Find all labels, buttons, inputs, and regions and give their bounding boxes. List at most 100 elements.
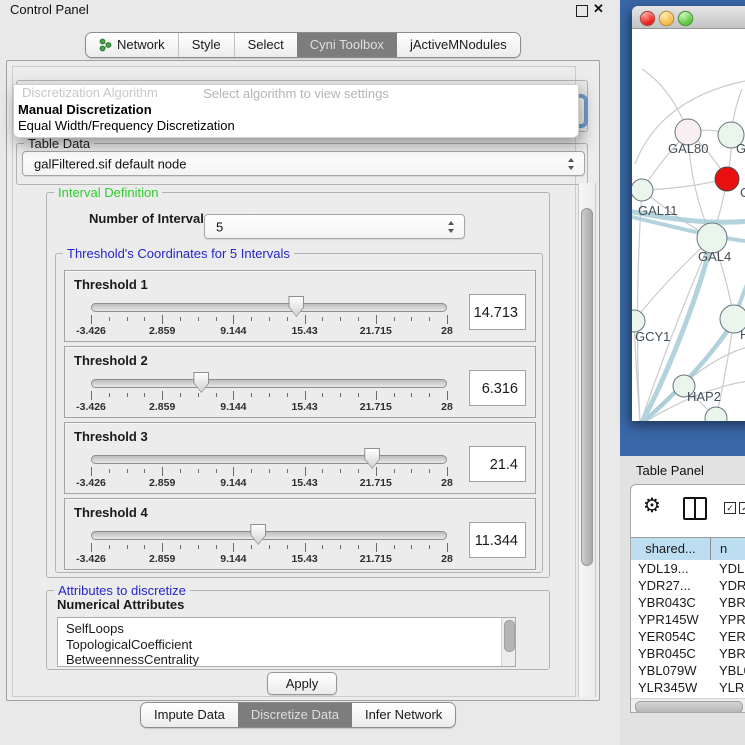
tab-jactivemnodules[interactable]: jActiveMNodules	[397, 33, 520, 57]
dropdown-option[interactable]: Manual Discretization	[18, 102, 574, 118]
gear-icon[interactable]: ⚙	[643, 494, 661, 518]
cell: YLR3	[710, 679, 745, 696]
attributes-group: Attributes to discretize Numerical Attri…	[46, 590, 550, 670]
slider-handle[interactable]	[288, 296, 304, 317]
table-panel-title: Table Panel	[636, 463, 704, 478]
network-node[interactable]	[632, 179, 653, 201]
column-header-shared[interactable]: shared...	[631, 538, 711, 561]
scrollbar-thumb[interactable]	[504, 620, 515, 652]
table-row[interactable]: YBR043CYBR0	[631, 594, 745, 611]
cell: YDR2	[710, 577, 745, 594]
list-scrollbar[interactable]	[501, 618, 515, 666]
table-row[interactable]: YDL19...YDL1	[631, 560, 745, 577]
tab-discretize-data[interactable]: Discretize Data	[238, 703, 352, 727]
traffic-light-zoom-icon[interactable]	[678, 11, 693, 26]
scrollbar-thumb[interactable]	[581, 208, 593, 566]
network-node-selected[interactable]	[715, 167, 739, 191]
checkbox-icon[interactable]: ✓	[724, 502, 736, 514]
close-icon[interactable]: ✕	[593, 1, 604, 17]
float-window-icon[interactable]	[576, 5, 588, 17]
tab-impute-data[interactable]: Impute Data	[141, 703, 238, 727]
table-row[interactable]: YDR27...YDR2	[631, 577, 745, 594]
cell: YPR1	[710, 611, 745, 628]
threshold-slider[interactable]: -3.4262.8599.14415.4321.71528	[91, 499, 447, 569]
discretization-algorithm-title: Discretization Algorithm	[22, 85, 158, 100]
tab-label: Network	[117, 33, 165, 57]
network-node[interactable]	[705, 407, 727, 421]
apply-button[interactable]: Apply	[267, 672, 337, 695]
node-label: GA	[736, 141, 745, 156]
tab-network[interactable]: Network	[86, 33, 178, 57]
threshold-value-field[interactable]: 14.713	[469, 294, 526, 330]
threshold-block: Threshold 4 -3.4262.8599.14415.4321.7152…	[64, 498, 536, 570]
slider-track[interactable]	[91, 379, 447, 388]
threshold-value-field[interactable]: 11.344	[469, 522, 526, 558]
network-graph: GAL80 GA GAL11 C GAL4 GCY1 H HAP2	[632, 29, 745, 421]
tab-label: Impute Data	[154, 703, 225, 727]
traffic-light-minimize-icon[interactable]	[659, 11, 674, 26]
cell: YDL19...	[631, 560, 710, 577]
number-of-intervals-label: Number of Intervals	[89, 211, 211, 226]
tab-select[interactable]: Select	[234, 33, 297, 57]
slider-tick-labels: -3.4262.8599.14415.4321.71528	[91, 325, 447, 338]
bottom-tabbar: Impute Data Discretize Data Infer Networ…	[140, 702, 456, 728]
list-item[interactable]: SelfLoops	[58, 618, 515, 637]
slider-handle[interactable]	[193, 372, 209, 393]
cell: YPR145W	[631, 611, 710, 628]
slider-track[interactable]	[91, 455, 447, 464]
attributes-list[interactable]: SelfLoops TopologicalCoefficient Between…	[57, 617, 516, 667]
split-panel-icon[interactable]	[683, 497, 707, 520]
tab-style[interactable]: Style	[178, 33, 234, 57]
cell: YBR045C	[631, 645, 710, 662]
tab-label: Style	[192, 33, 221, 57]
tab-cyni-toolbox[interactable]: Cyni Toolbox	[297, 33, 397, 57]
table-row[interactable]: YBL079WYBL0	[631, 662, 745, 679]
table-data-combo[interactable]: galFiltered.sif default node	[22, 151, 585, 176]
horizontal-scrollbar[interactable]	[631, 698, 745, 713]
network-window[interactable]: GAL80 GA GAL11 C GAL4 GCY1 H HAP2	[632, 6, 745, 421]
cell: YDL1	[710, 560, 745, 577]
threshold-value-field[interactable]: 21.4	[469, 446, 526, 482]
cell: YLR345W	[631, 679, 710, 696]
table-row[interactable]: YER054CYER0	[631, 628, 745, 645]
tab-label: Infer Network	[365, 703, 442, 727]
dropdown-option[interactable]: Equal Width/Frequency Discretization	[18, 118, 574, 134]
slider-handle[interactable]	[250, 524, 266, 545]
threshold-slider[interactable]: -3.4262.8599.14415.4321.71528	[91, 423, 447, 493]
slider-handle[interactable]	[364, 448, 380, 469]
number-of-intervals-combo[interactable]: 5	[204, 214, 465, 239]
combo-value: galFiltered.sif default node	[34, 156, 186, 171]
slider-tick-labels: -3.4262.8599.14415.4321.71528	[91, 401, 447, 414]
table-row[interactable]: YLR345WYLR3	[631, 679, 745, 696]
slider-track[interactable]	[91, 531, 447, 540]
table-row[interactable]: YBR045CYBR0	[631, 645, 745, 662]
group-title: Table Data	[24, 136, 94, 151]
threshold-slider[interactable]: -3.4262.8599.14415.4321.71528	[91, 271, 447, 341]
slider-ticks	[91, 543, 447, 553]
table-row[interactable]: YPR145WYPR1	[631, 611, 745, 628]
tab-label: Select	[248, 33, 284, 57]
group-title: Threshold's Coordinates for 5 Intervals	[63, 246, 294, 261]
network-canvas[interactable]: GAL80 GA GAL11 C GAL4 GCY1 H HAP2	[632, 29, 745, 421]
list-item[interactable]: TopologicalCoefficient	[58, 637, 515, 653]
slider-track[interactable]	[91, 303, 447, 312]
slider-ticks	[91, 467, 447, 477]
threshold-slider[interactable]: -3.4262.8599.14415.4321.71528	[91, 347, 447, 417]
group-title: Attributes to discretize	[54, 583, 190, 598]
list-item[interactable]: BetweennessCentrality	[58, 652, 515, 667]
vertical-scrollbar[interactable]	[578, 183, 596, 697]
slider-tick-labels: -3.4262.8599.14415.4321.71528	[91, 553, 447, 566]
cell: YBL0	[710, 662, 745, 679]
threshold-value-field[interactable]: 6.316	[469, 370, 526, 406]
node-label: HAP2	[687, 389, 721, 404]
checkbox-icon[interactable]: ✓	[739, 502, 745, 514]
screen: { "titlebar": { "title": "Control Panel"…	[0, 0, 745, 745]
column-header-name[interactable]: n	[711, 538, 745, 561]
window-titlebar[interactable]	[632, 6, 745, 29]
traffic-light-close-icon[interactable]	[640, 11, 655, 26]
tab-infer-network[interactable]: Infer Network	[352, 703, 455, 727]
table-container: ⚙ ✓ ✓ shared... n YDL19...YDL1 YDR27...Y…	[630, 484, 745, 713]
scrollbar-thumb[interactable]	[635, 701, 743, 713]
cell: YER054C	[631, 628, 710, 645]
node-label: GCY1	[635, 329, 670, 344]
